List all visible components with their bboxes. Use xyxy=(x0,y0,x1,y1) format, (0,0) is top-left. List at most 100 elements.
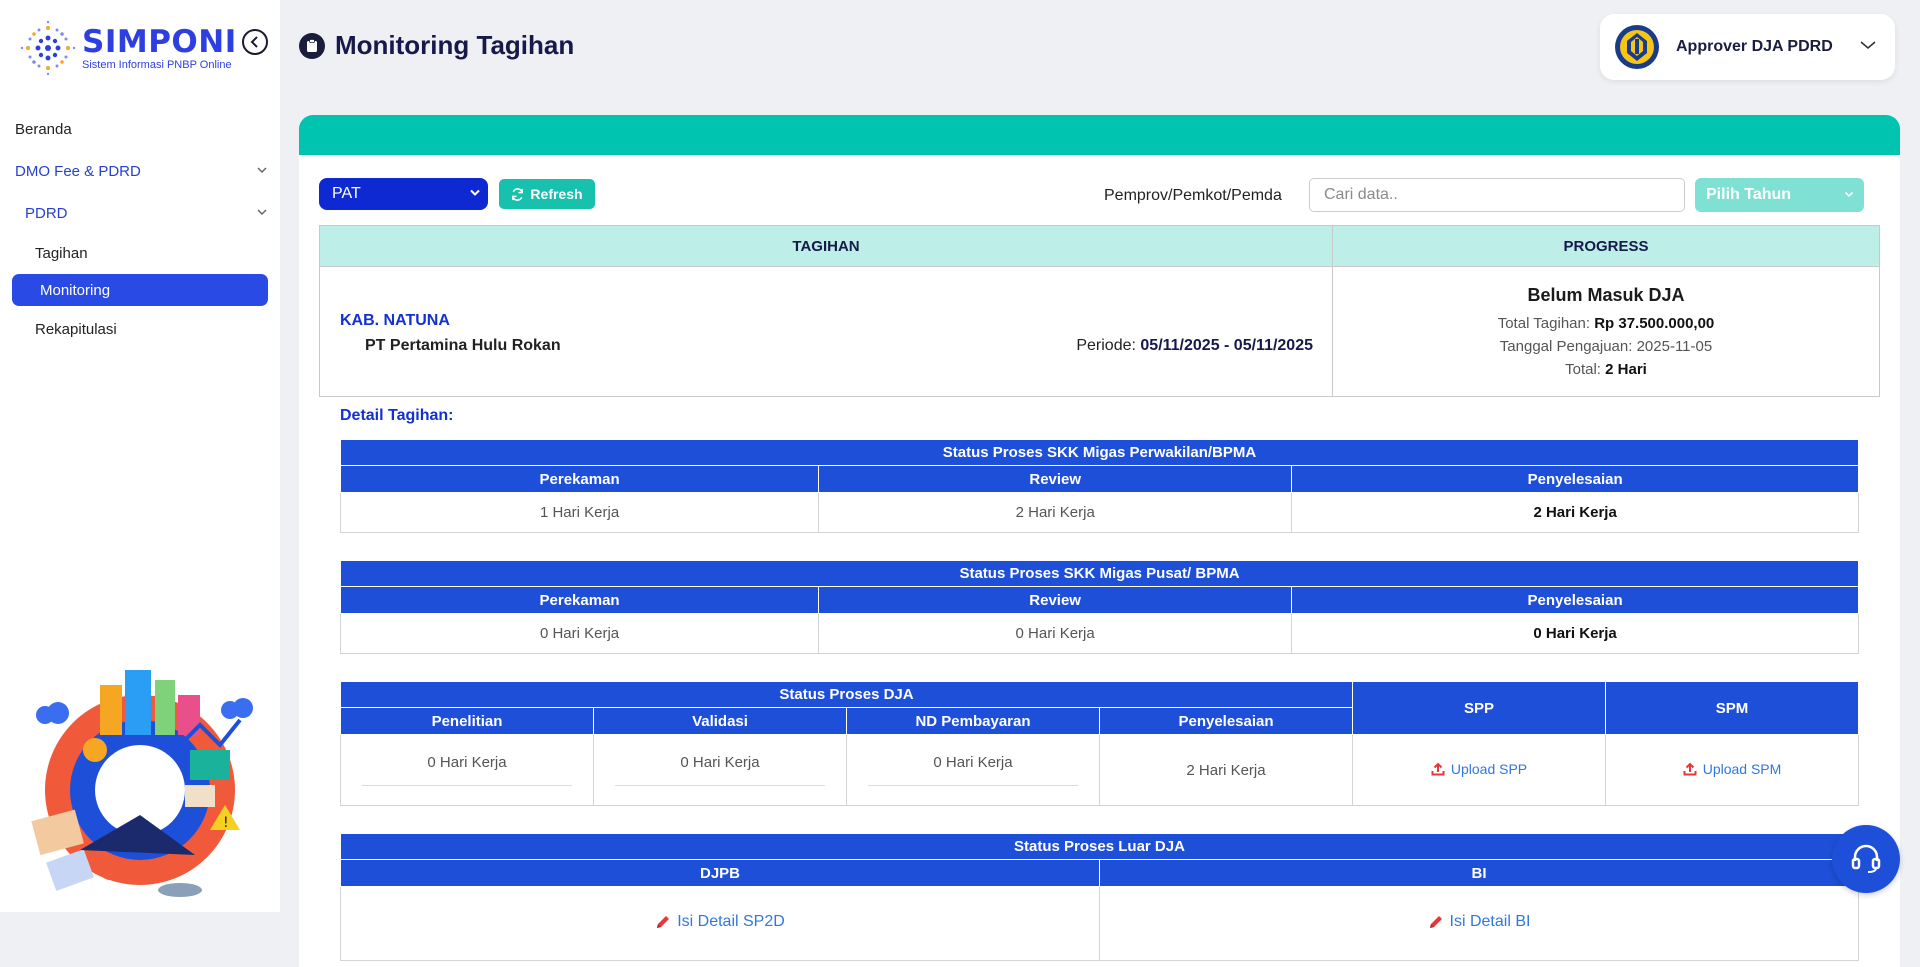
isi-detail-sp2d-link[interactable]: Isi Detail SP2D xyxy=(655,913,785,931)
table-cell: 0 Hari Kerja xyxy=(339,613,820,654)
clipboard-icon xyxy=(299,32,325,59)
card-header-bar xyxy=(299,115,1900,155)
simponi-logo-icon xyxy=(20,20,76,76)
cell-value: 0 Hari Kerja xyxy=(933,754,1013,771)
tagihan-table-header: TAGIHAN PROGRESS xyxy=(320,226,1879,266)
year-select[interactable]: Pilih Tahun xyxy=(1695,178,1864,212)
upload-spp-link[interactable]: Upload SPP xyxy=(1431,761,1527,777)
table-cell: 0 Hari Kerja xyxy=(846,734,1100,806)
refresh-button[interactable]: Refresh xyxy=(499,179,595,209)
refresh-icon xyxy=(512,187,524,201)
upload-icon xyxy=(1431,762,1445,775)
type-select-value: PAT xyxy=(332,185,361,202)
year-select-placeholder: Pilih Tahun xyxy=(1706,186,1792,203)
search-input[interactable] xyxy=(1309,178,1685,212)
column-header: Review xyxy=(818,586,1293,614)
column-header: Penelitian xyxy=(340,707,594,735)
sidebar-nav: Beranda DMO Fee & PDRD PDRD Tagihan Moni… xyxy=(0,108,280,348)
refresh-label: Refresh xyxy=(530,186,583,202)
chevron-left-icon xyxy=(250,36,258,48)
sidebar-item-rekapitulasi[interactable]: Rekapitulasi xyxy=(0,310,280,348)
chevron-down-icon xyxy=(257,167,267,174)
region-filter-label: Pemprov/Pemkot/Pemda xyxy=(1104,187,1282,204)
skk-perwakilan-title: Status Proses SKK Migas Perwakilan/BPMA xyxy=(340,439,1859,466)
sidebar-item-label: Monitoring xyxy=(40,281,111,299)
sidebar-item-pdrd[interactable]: PDRD xyxy=(0,192,280,234)
headset-icon xyxy=(1851,844,1881,873)
column-header: Perekaman xyxy=(339,465,820,493)
upload-icon xyxy=(1683,762,1697,775)
column-header: Penyelesaian xyxy=(1291,586,1859,614)
spp-header: SPP xyxy=(1352,681,1606,735)
table-cell: Isi Detail SP2D xyxy=(340,886,1100,961)
total-label: Total: xyxy=(1565,361,1606,378)
sidebar-item-monitoring[interactable]: Monitoring xyxy=(12,274,268,306)
spm-header: SPM xyxy=(1605,681,1859,735)
chevron-down-icon xyxy=(1844,191,1854,198)
table-cell: Isi Detail BI xyxy=(1099,886,1859,961)
table-cell: 0 Hari Kerja xyxy=(1291,613,1859,654)
table-row: 0 Hari Kerja 0 Hari Kerja 0 Hari Kerja xyxy=(339,613,1859,654)
app-logo[interactable]: SIMPONI Sistem Informasi PNBP Online xyxy=(18,18,248,78)
page-title: Monitoring Tagihan xyxy=(335,30,575,60)
tanggal-value: 2025-11-05 xyxy=(1636,338,1713,355)
total-tagihan: Total Tagihan: Rp 37.500.000,00 xyxy=(1333,315,1879,332)
monitoring-card: PAT Refresh Pemprov/Pemkot/Pemda Pilih T… xyxy=(299,115,1900,967)
tanggal-pengajuan: Tanggal Pengajuan: 2025-11-05 xyxy=(1333,338,1879,355)
chevron-down-icon xyxy=(1860,41,1876,50)
table-cell: 2 Hari Kerja xyxy=(1099,734,1353,806)
company-name: PT Pertamina Hulu Rokan xyxy=(365,337,561,354)
column-header: ND Pembayaran xyxy=(846,707,1100,735)
sidebar-item-label: Rekapitulasi xyxy=(35,320,117,338)
help-support-button[interactable] xyxy=(1832,825,1900,893)
total-tagihan-label: Total Tagihan: xyxy=(1497,315,1595,332)
type-select[interactable]: PAT xyxy=(319,178,488,210)
column-header: DJPB xyxy=(340,859,1100,887)
sidebar-item-label: Beranda xyxy=(15,120,72,138)
column-header: Review xyxy=(818,465,1293,493)
total-tagihan-value: Rp 37.500.000,00 xyxy=(1594,315,1715,332)
chevron-down-icon xyxy=(257,209,267,216)
table-cell: 0 Hari Kerja xyxy=(593,734,847,806)
periode: Periode: 05/11/2025 - 05/11/2025 xyxy=(1076,337,1313,355)
user-menu[interactable]: Approver DJA PDRD xyxy=(1600,14,1895,80)
pencil-icon xyxy=(657,916,670,928)
cell-value: 0 Hari Kerja xyxy=(427,754,507,771)
dja-table: Status Proses DJA SPP SPM Penelitian Val… xyxy=(340,681,1859,806)
chevron-down-icon xyxy=(470,189,480,196)
table-row: 1 Hari Kerja 2 Hari Kerja 2 Hari Kerja xyxy=(339,492,1859,533)
tanggal-label: Tanggal Pengajuan: xyxy=(1499,338,1637,355)
table-cell: Upload SPM xyxy=(1605,734,1859,806)
table-cell: 2 Hari Kerja xyxy=(818,492,1293,533)
periode-value: 05/11/2025 - 05/11/2025 xyxy=(1140,337,1313,354)
isi-detail-bi-link[interactable]: Isi Detail BI xyxy=(1428,913,1530,931)
logo-subtitle: Sistem Informasi PNBP Online xyxy=(82,58,232,71)
skk-pusat-title: Status Proses SKK Migas Pusat/ BPMA xyxy=(340,560,1859,587)
table-cell: 1 Hari Kerja xyxy=(339,492,820,533)
table-cell: 2 Hari Kerja xyxy=(1291,492,1859,533)
table-cell: 0 Hari Kerja xyxy=(818,613,1293,654)
svg-text:!: ! xyxy=(223,815,229,831)
sidebar-item-label: PDRD xyxy=(25,204,68,222)
logo-title: SIMPONI xyxy=(82,23,237,60)
sidebar-item-beranda[interactable]: Beranda xyxy=(0,108,280,150)
collapse-sidebar-button[interactable] xyxy=(242,29,268,55)
sidebar-item-dmo-fee-pdrd[interactable]: DMO Fee & PDRD xyxy=(0,150,280,192)
upload-spm-link[interactable]: Upload SPM xyxy=(1683,760,1782,777)
tagihan-table: TAGIHAN PROGRESS KAB. NATUNA PT Pertamin… xyxy=(319,225,1880,397)
filter-toolbar: PAT Refresh Pemprov/Pemkot/Pemda Pilih T… xyxy=(319,178,1884,212)
tagihan-cell: KAB. NATUNA PT Pertamina Hulu Rokan Peri… xyxy=(320,267,1333,396)
cell-value: 0 Hari Kerja xyxy=(680,754,760,771)
upload-spm-label: Upload SPM xyxy=(1702,760,1782,777)
progress-status: Belum Masuk DJA xyxy=(1527,285,1685,305)
isi-detail-sp2d-label: Isi Detail SP2D xyxy=(677,913,785,930)
total-value: 2 Hari xyxy=(1605,361,1647,378)
sidebar: SIMPONI Sistem Informasi PNBP Online Ber… xyxy=(0,0,280,912)
luar-dja-table: Status Proses Luar DJA DJPB BI Isi Detai… xyxy=(340,833,1859,961)
table-cell: 0 Hari Kerja xyxy=(340,734,594,806)
sidebar-item-tagihan[interactable]: Tagihan xyxy=(0,234,280,272)
table-cell: Upload SPP xyxy=(1352,734,1606,806)
pencil-icon xyxy=(1429,916,1442,928)
sidebar-item-label: DMO Fee & PDRD xyxy=(15,162,141,180)
table-row: 0 Hari Kerja 0 Hari Kerja 0 Hari Kerja 2… xyxy=(340,734,1859,806)
